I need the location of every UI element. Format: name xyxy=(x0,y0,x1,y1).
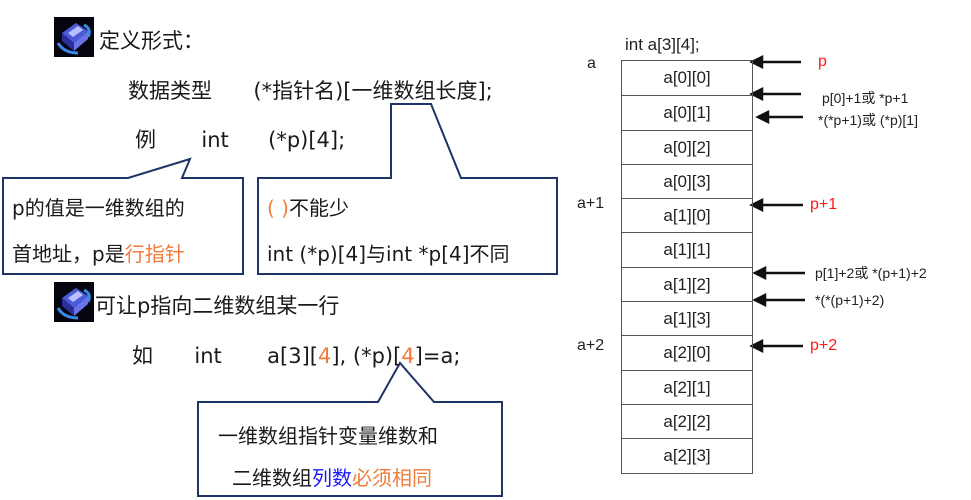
arrow-star-p-plus-1 xyxy=(755,109,803,125)
memory-cell: a[1][3] xyxy=(622,301,752,335)
syntax-line: 数据类型 (*指针名)[一维数组长度]; xyxy=(128,75,493,105)
section1-heading: 定义形式： xyxy=(99,29,204,53)
pointer-label-star-star-p1-plus-2: *(*(p+1)+2) xyxy=(815,292,885,308)
callout-left-highlight: 行指针 xyxy=(124,242,185,266)
book-bullet-icon xyxy=(54,17,94,57)
row-label-a: a xyxy=(587,55,596,72)
example2-ptr-dim-highlight: 4 xyxy=(401,344,415,368)
pointer-label-p0-plus-1: p[0]+1或 *p+1 xyxy=(822,90,909,106)
arrow-p xyxy=(749,54,801,70)
callout-middle-line2: int (*p)[4]与int *p[4]不同 xyxy=(267,242,510,266)
example1-decl: (*p)[4]; xyxy=(268,128,346,152)
callout-bottom-line2: 二维数组列数必须相同 xyxy=(232,462,432,491)
memory-cell: a[0][3] xyxy=(622,163,752,198)
callout-bottom-blue: 列数 xyxy=(312,466,352,490)
example2-cols-highlight: 4 xyxy=(317,344,332,368)
memory-cell: a[2][3] xyxy=(622,438,752,472)
pointer-label-p-plus-2: p+2 xyxy=(810,337,838,354)
pointer-arrows xyxy=(749,54,805,354)
arrow-p-plus-1 xyxy=(749,197,803,213)
callout-middle-line1: ( )不能少 xyxy=(267,192,349,221)
pointer-label-p1-plus-2: p[1]+2或 *(p+1)+2 xyxy=(815,265,927,281)
example2-decl-part3: ]=a; xyxy=(414,344,461,368)
memory-cell: a[0][0] xyxy=(663,68,711,87)
memory-cell: a[1][2] xyxy=(622,266,752,301)
pointer-label-star-p-plus-1: *(*p+1)或 (*p)[1] xyxy=(818,112,918,128)
example2-line: 如 int a[3][4], (*p)[4]=a; xyxy=(132,340,460,370)
arrow-p0-plus-1 xyxy=(749,86,801,102)
memory-cell: a[0][1] xyxy=(622,95,752,129)
example2-decl-part2: ], (*p)[ xyxy=(331,344,402,368)
book-bullet-icon xyxy=(54,282,94,322)
callout-middle-paren: ( ) xyxy=(267,196,289,220)
memory-cell: a[1][1] xyxy=(622,232,752,266)
memory-cell: a[2][0] xyxy=(622,335,752,369)
example1-keyword: int xyxy=(201,128,229,152)
callout-left-line1: p的值是一维数组的 xyxy=(12,196,185,220)
row-label-a-plus-1: a+1 xyxy=(577,195,605,212)
callout-bottom-plain: 二维数组 xyxy=(232,466,312,490)
syntax-ptr: (*指针名) xyxy=(253,79,344,103)
callout-left-line2: 首地址，p是行指针 xyxy=(12,238,185,267)
array-declaration: int a[3][4]; xyxy=(625,35,700,54)
example1-label: 例 xyxy=(135,128,156,152)
callout-middle-line1-plain: 不能少 xyxy=(288,196,349,220)
memory-cell: a[2][2] xyxy=(622,403,752,438)
example2-keyword: int xyxy=(194,344,222,368)
section2-heading: 可让p指向二维数组某一行 xyxy=(95,294,340,318)
memory-cell: a[0][2] xyxy=(622,129,752,164)
syntax-dim: [一维数组长度]; xyxy=(343,79,493,103)
callout-bottom-line1: 一维数组指针变量维数和 xyxy=(218,424,438,448)
memory-cell: a[1][0] xyxy=(622,198,752,232)
row-label-a-plus-2: a+2 xyxy=(577,337,605,354)
arrow-star-star-p1-plus-2 xyxy=(752,292,805,308)
memory-cell: a[2][1] xyxy=(622,369,752,404)
example2-decl-part1: a[3][ xyxy=(267,344,318,368)
example2-label: 如 xyxy=(132,344,153,368)
syntax-type: 数据类型 xyxy=(128,79,212,103)
pointer-label-p-plus-1: p+1 xyxy=(810,196,838,213)
pointer-label-p: p xyxy=(818,53,827,70)
callout-bottom-orange: 必须相同 xyxy=(352,466,432,490)
callout-left-line2-plain: 首地址，p是 xyxy=(12,242,125,266)
arrow-p-plus-2 xyxy=(749,338,803,354)
memory-array: a[0][0] a[0][1] a[0][2] a[0][3] a[1][0] … xyxy=(621,60,753,474)
example1-line: 例 int (*p)[4]; xyxy=(135,124,345,154)
arrow-p1-plus-2 xyxy=(752,265,805,281)
